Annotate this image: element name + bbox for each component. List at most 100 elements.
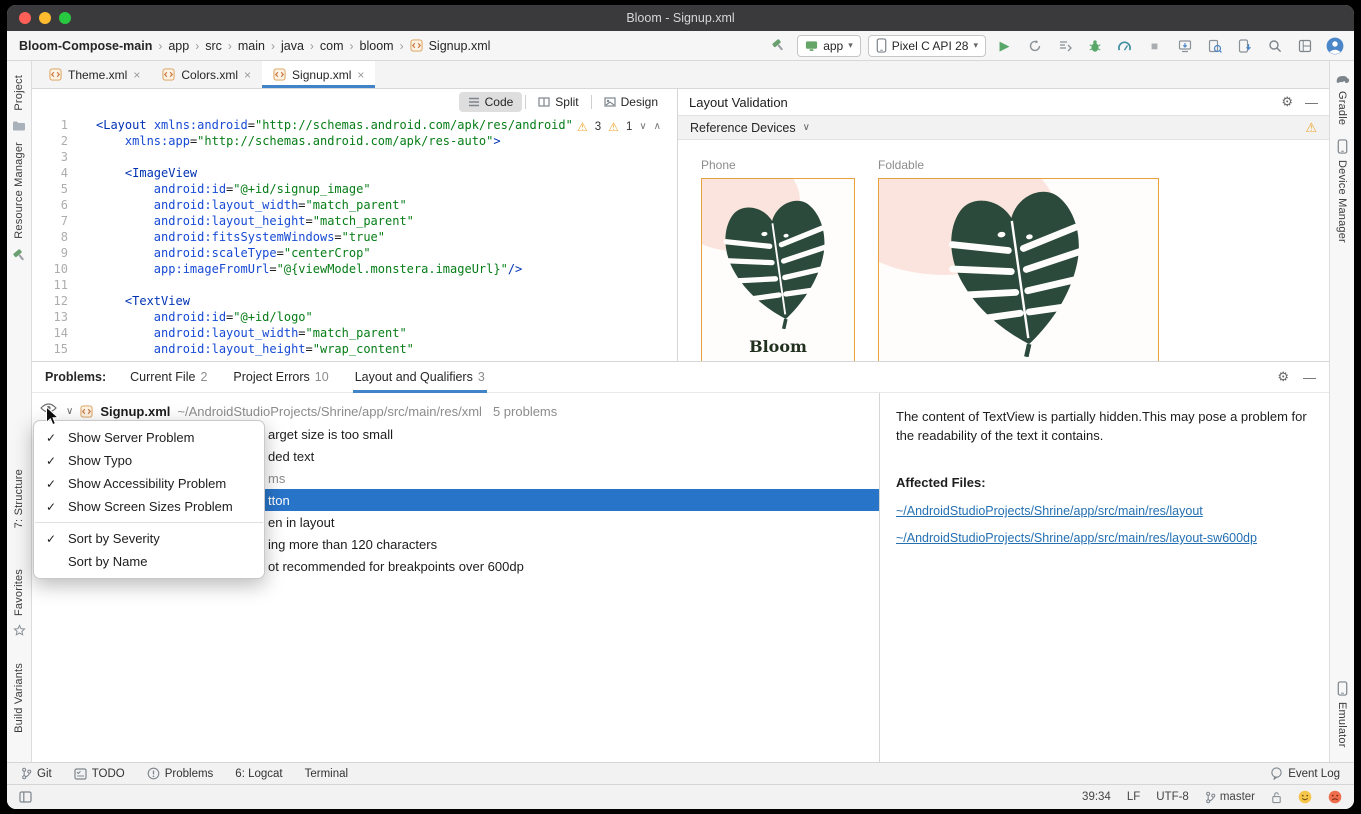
- project-structure-icon[interactable]: [1293, 35, 1316, 57]
- feedback-frown-icon[interactable]: [1328, 790, 1342, 804]
- feedback-smile-icon[interactable]: [1298, 790, 1312, 804]
- breadcrumb-item[interactable]: bloom: [360, 39, 394, 53]
- sidebar-item-emulator[interactable]: Emulator: [1336, 702, 1348, 748]
- device-select[interactable]: Pixel C API 28 ▾: [868, 35, 986, 57]
- code-line[interactable]: 3: [32, 149, 677, 165]
- device-file-explorer-icon[interactable]: [1233, 35, 1256, 57]
- menu-item-show-server-problem[interactable]: ✓Show Server Problem: [34, 426, 264, 449]
- tab-project-errors[interactable]: Project Errors 10: [231, 362, 330, 393]
- apply-code-changes-icon[interactable]: [1053, 35, 1076, 57]
- folder-icon[interactable]: [12, 120, 26, 132]
- line-ending-indicator[interactable]: LF: [1127, 791, 1140, 803]
- affected-file-link[interactable]: ~/AndroidStudioProjects/Shrine/app/src/m…: [896, 529, 1313, 548]
- code-line[interactable]: 12 <TextView: [32, 293, 677, 309]
- sidebar-item-build-variants[interactable]: Build Variants: [13, 663, 25, 733]
- close-icon[interactable]: ×: [244, 68, 251, 82]
- sidebar-item-device-manager[interactable]: Device Manager: [1336, 160, 1348, 243]
- gear-icon[interactable]: ⚙: [1277, 369, 1289, 385]
- zoom-window-button[interactable]: [59, 12, 71, 24]
- foldable-preview[interactable]: [878, 178, 1159, 361]
- cursor-position[interactable]: 39:34: [1082, 791, 1111, 803]
- close-icon[interactable]: ×: [133, 68, 140, 82]
- sidebar-item-gradle[interactable]: Gradle: [1336, 91, 1348, 125]
- hide-panel-icon[interactable]: —: [1303, 370, 1316, 385]
- run-button[interactable]: ▶: [993, 35, 1016, 57]
- hide-panel-icon[interactable]: —: [1305, 95, 1318, 110]
- breadcrumb-item[interactable]: app: [168, 39, 189, 53]
- menu-item-show-screen-sizes-problem[interactable]: ✓Show Screen Sizes Problem: [34, 495, 264, 518]
- tab-colors-xml[interactable]: Colors.xml ×: [151, 61, 262, 88]
- reference-devices-selector[interactable]: Reference Devices ∨ ⚠: [678, 115, 1329, 140]
- encoding-indicator[interactable]: UTF-8: [1156, 791, 1189, 803]
- toolwindow-terminal[interactable]: Terminal: [305, 768, 348, 780]
- close-window-button[interactable]: [19, 12, 31, 24]
- close-icon[interactable]: ×: [357, 68, 364, 82]
- code-line[interactable]: 2 xmlns:app="http://schemas.android.com/…: [32, 133, 677, 149]
- code-line[interactable]: 8 android:fitsSystemWindows="true": [32, 229, 677, 245]
- code-line[interactable]: 4 <ImageView: [32, 165, 677, 181]
- attach-debugger-icon[interactable]: [1173, 35, 1196, 57]
- gradle-icon[interactable]: [1335, 73, 1350, 85]
- tab-theme-xml[interactable]: Theme.xml ×: [38, 61, 151, 88]
- mode-design[interactable]: Design: [595, 92, 667, 112]
- run-config-select[interactable]: app ▾: [797, 35, 861, 57]
- code-line[interactable]: 10 app:imageFromUrl="@{viewModel.monster…: [32, 261, 677, 277]
- code-line[interactable]: 13 android:id="@+id/logo": [32, 309, 677, 325]
- apply-changes-icon[interactable]: [1023, 35, 1046, 57]
- layout-inspector-icon[interactable]: [1203, 35, 1226, 57]
- code-line[interactable]: 11: [32, 277, 677, 293]
- code-area[interactable]: 1<Layout xmlns:android="http://schemas.a…: [32, 115, 677, 361]
- debug-button[interactable]: [1083, 35, 1106, 57]
- code-line[interactable]: 6 android:layout_width="match_parent": [32, 197, 677, 213]
- menu-item-sort-by-name[interactable]: Sort by Name: [34, 550, 264, 573]
- build-icon[interactable]: [12, 248, 27, 263]
- sidebar-item-favorites[interactable]: Favorites: [13, 569, 25, 616]
- toolwindow-todo[interactable]: TODO: [74, 768, 125, 780]
- menu-item-show-typo[interactable]: ✓Show Typo: [34, 449, 264, 472]
- code-line[interactable]: 5 android:id="@+id/signup_image": [32, 181, 677, 197]
- code-line[interactable]: 7 android:layout_height="match_parent": [32, 213, 677, 229]
- mode-code[interactable]: Code: [459, 92, 523, 112]
- avatar[interactable]: [1323, 35, 1346, 57]
- sidebar-item-structure[interactable]: 7: Structure: [13, 469, 25, 528]
- phone-preview[interactable]: Bloom: [701, 178, 855, 361]
- star-icon[interactable]: [13, 624, 26, 637]
- tab-layout-and-qualifiers[interactable]: Layout and Qualifiers 3: [353, 362, 487, 393]
- breadcrumb-item[interactable]: main: [238, 39, 265, 53]
- breadcrumb-item[interactable]: Bloom-Compose-main: [19, 39, 152, 53]
- toolwindow-toggle-icon[interactable]: [19, 791, 32, 803]
- tab-signup-xml[interactable]: Signup.xml ×: [262, 61, 375, 88]
- breadcrumb-item[interactable]: com: [320, 39, 344, 53]
- chevron-down-icon[interactable]: ∨: [66, 406, 73, 417]
- toolwindow-logcat[interactable]: 6: Logcat: [235, 768, 282, 780]
- sidebar-item-resource-manager[interactable]: Resource Manager: [13, 142, 25, 239]
- breadcrumb-item[interactable]: java: [281, 39, 304, 53]
- titlebar[interactable]: Bloom - Signup.xml: [7, 5, 1354, 31]
- git-branch-widget[interactable]: master: [1205, 791, 1255, 804]
- device-manager-icon[interactable]: [1337, 139, 1348, 154]
- menu-item-show-accessibility-problem[interactable]: ✓Show Accessibility Problem: [34, 472, 264, 495]
- stop-button[interactable]: ■: [1143, 35, 1166, 57]
- toolwindow-problems[interactable]: Problems: [147, 767, 214, 780]
- prev-warning-icon[interactable]: ∧: [654, 119, 661, 135]
- sidebar-item-project[interactable]: Project: [13, 75, 25, 111]
- mode-split[interactable]: Split: [529, 92, 587, 112]
- code-line[interactable]: 9 android:scaleType="centerCrop": [32, 245, 677, 261]
- gear-icon[interactable]: ⚙: [1281, 94, 1293, 110]
- toolwindow-git[interactable]: Git: [21, 767, 52, 780]
- event-log-button[interactable]: Event Log: [1270, 767, 1340, 780]
- code-line[interactable]: 14 android:layout_width="match_parent": [32, 325, 677, 341]
- build-hammer-icon[interactable]: [767, 35, 790, 57]
- next-warning-icon[interactable]: ∨: [639, 119, 646, 135]
- minimize-window-button[interactable]: [39, 12, 51, 24]
- lock-icon[interactable]: [1271, 791, 1282, 804]
- affected-file-link[interactable]: ~/AndroidStudioProjects/Shrine/app/src/m…: [896, 502, 1313, 521]
- breadcrumb-file[interactable]: Signup.xml: [429, 39, 491, 53]
- profile-button[interactable]: [1113, 35, 1136, 57]
- search-icon[interactable]: [1263, 35, 1286, 57]
- emulator-icon[interactable]: [1337, 681, 1348, 696]
- breadcrumb-item[interactable]: src: [205, 39, 222, 53]
- code-editor[interactable]: Code Split Design: [32, 89, 677, 361]
- inspection-widget[interactable]: ⚠ 3 ⚠ 1 ∨ ∧: [577, 119, 661, 135]
- menu-item-sort-by-severity[interactable]: ✓Sort by Severity: [34, 527, 264, 550]
